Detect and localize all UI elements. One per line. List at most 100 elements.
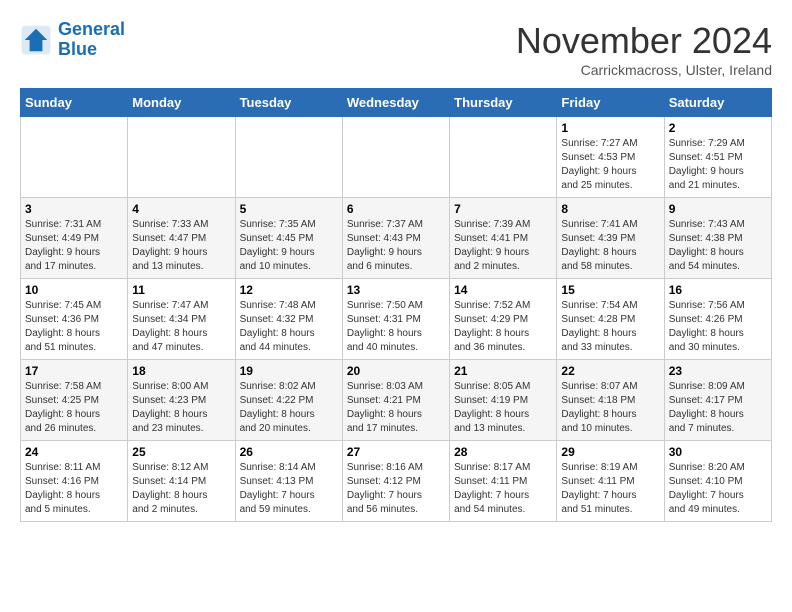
day-number: 10 xyxy=(25,283,123,297)
day-number: 5 xyxy=(240,202,338,216)
calendar-cell: 1 Sunrise: 7:27 AM Sunset: 4:53 PM Daylig… xyxy=(557,117,664,198)
calendar-cell: 15 Sunrise: 7:54 AM Sunset: 4:28 PM Dayli… xyxy=(557,279,664,360)
day-number: 21 xyxy=(454,364,552,378)
day-number: 9 xyxy=(669,202,767,216)
logo-icon xyxy=(20,24,52,56)
day-info: Sunrise: 8:02 AM Sunset: 4:22 PM Dayligh… xyxy=(240,380,338,436)
logo: General Blue xyxy=(20,20,125,60)
day-number: 12 xyxy=(240,283,338,297)
day-number: 6 xyxy=(347,202,445,216)
week-row-3: 10 Sunrise: 7:45 AM Sunset: 4:36 PM Dayli… xyxy=(21,279,772,360)
day-number: 16 xyxy=(669,283,767,297)
calendar-cell: 25 Sunrise: 8:12 AM Sunset: 4:14 PM Dayli… xyxy=(128,441,235,522)
day-info: Sunrise: 8:16 AM Sunset: 4:12 PM Dayligh… xyxy=(347,461,445,517)
day-info: Sunrise: 8:09 AM Sunset: 4:17 PM Dayligh… xyxy=(669,380,767,436)
day-info: Sunrise: 7:52 AM Sunset: 4:29 PM Dayligh… xyxy=(454,299,552,355)
day-info: Sunrise: 8:11 AM Sunset: 4:16 PM Dayligh… xyxy=(25,461,123,517)
day-number: 27 xyxy=(347,445,445,459)
calendar-cell: 19 Sunrise: 8:02 AM Sunset: 4:22 PM Dayli… xyxy=(235,360,342,441)
logo-text: General Blue xyxy=(58,20,125,60)
day-number: 30 xyxy=(669,445,767,459)
day-number: 4 xyxy=(132,202,230,216)
calendar-cell: 21Sunrise: 8:05 AM Sunset: 4:19 PM Dayli… xyxy=(450,360,557,441)
day-info: Sunrise: 7:58 AM Sunset: 4:25 PM Dayligh… xyxy=(25,380,123,436)
weekday-header-friday: Friday xyxy=(557,89,664,117)
calendar-cell: 4 Sunrise: 7:33 AM Sunset: 4:47 PM Daylig… xyxy=(128,198,235,279)
calendar-cell: 30Sunrise: 8:20 AM Sunset: 4:10 PM Dayli… xyxy=(664,441,771,522)
calendar-cell: 27 Sunrise: 8:16 AM Sunset: 4:12 PM Dayli… xyxy=(342,441,449,522)
day-number: 1 xyxy=(561,121,659,135)
weekday-header-thursday: Thursday xyxy=(450,89,557,117)
day-number: 29 xyxy=(561,445,659,459)
week-row-4: 17 Sunrise: 7:58 AM Sunset: 4:25 PM Dayli… xyxy=(21,360,772,441)
calendar-cell: 28 Sunrise: 8:17 AM Sunset: 4:11 PM Dayli… xyxy=(450,441,557,522)
day-number: 7 xyxy=(454,202,552,216)
day-info: Sunrise: 7:39 AM Sunset: 4:41 PM Dayligh… xyxy=(454,218,552,274)
calendar-cell: 17 Sunrise: 7:58 AM Sunset: 4:25 PM Dayli… xyxy=(21,360,128,441)
calendar-cell: 3Sunrise: 7:31 AM Sunset: 4:49 PM Daylig… xyxy=(21,198,128,279)
day-number: 18 xyxy=(132,364,230,378)
weekday-header-monday: Monday xyxy=(128,89,235,117)
day-info: Sunrise: 7:45 AM Sunset: 4:36 PM Dayligh… xyxy=(25,299,123,355)
calendar-cell: 16 Sunrise: 7:56 AM Sunset: 4:26 PM Dayli… xyxy=(664,279,771,360)
weekday-header-tuesday: Tuesday xyxy=(235,89,342,117)
day-info: Sunrise: 7:29 AM Sunset: 4:51 PM Dayligh… xyxy=(669,137,767,193)
weekday-header-sunday: Sunday xyxy=(21,89,128,117)
day-info: Sunrise: 7:43 AM Sunset: 4:38 PM Dayligh… xyxy=(669,218,767,274)
day-info: Sunrise: 8:00 AM Sunset: 4:23 PM Dayligh… xyxy=(132,380,230,436)
calendar-cell: 10 Sunrise: 7:45 AM Sunset: 4:36 PM Dayli… xyxy=(21,279,128,360)
day-number: 23 xyxy=(669,364,767,378)
day-number: 20 xyxy=(347,364,445,378)
week-row-5: 24 Sunrise: 8:11 AM Sunset: 4:16 PM Dayli… xyxy=(21,441,772,522)
day-info: Sunrise: 7:27 AM Sunset: 4:53 PM Dayligh… xyxy=(561,137,659,193)
calendar-cell: 26Sunrise: 8:14 AM Sunset: 4:13 PM Dayli… xyxy=(235,441,342,522)
day-info: Sunrise: 7:54 AM Sunset: 4:28 PM Dayligh… xyxy=(561,299,659,355)
calendar-cell: 22 Sunrise: 8:07 AM Sunset: 4:18 PM Dayli… xyxy=(557,360,664,441)
month-title: November 2024 xyxy=(516,20,772,62)
calendar-cell: 7 Sunrise: 7:39 AM Sunset: 4:41 PM Daylig… xyxy=(450,198,557,279)
day-number: 3 xyxy=(25,202,123,216)
calendar-cell: 24 Sunrise: 8:11 AM Sunset: 4:16 PM Dayli… xyxy=(21,441,128,522)
day-info: Sunrise: 7:56 AM Sunset: 4:26 PM Dayligh… xyxy=(669,299,767,355)
calendar-cell: 2 Sunrise: 7:29 AM Sunset: 4:51 PM Daylig… xyxy=(664,117,771,198)
calendar-cell: 29Sunrise: 8:19 AM Sunset: 4:11 PM Dayli… xyxy=(557,441,664,522)
weekday-header-wednesday: Wednesday xyxy=(342,89,449,117)
title-area: November 2024 Carrickmacross, Ulster, Ir… xyxy=(516,20,772,78)
calendar-cell: 6Sunrise: 7:37 AM Sunset: 4:43 PM Daylig… xyxy=(342,198,449,279)
day-number: 17 xyxy=(25,364,123,378)
calendar-cell xyxy=(21,117,128,198)
header: General Blue November 2024 Carrickmacros… xyxy=(20,20,772,78)
day-number: 25 xyxy=(132,445,230,459)
calendar-cell xyxy=(128,117,235,198)
calendar-cell: 12 Sunrise: 7:48 AM Sunset: 4:32 PM Dayli… xyxy=(235,279,342,360)
day-info: Sunrise: 7:35 AM Sunset: 4:45 PM Dayligh… xyxy=(240,218,338,274)
day-info: Sunrise: 8:12 AM Sunset: 4:14 PM Dayligh… xyxy=(132,461,230,517)
calendar-cell: 14Sunrise: 7:52 AM Sunset: 4:29 PM Dayli… xyxy=(450,279,557,360)
day-number: 2 xyxy=(669,121,767,135)
day-info: Sunrise: 8:17 AM Sunset: 4:11 PM Dayligh… xyxy=(454,461,552,517)
calendar-cell: 20 Sunrise: 8:03 AM Sunset: 4:21 PM Dayli… xyxy=(342,360,449,441)
calendar-cell: 23 Sunrise: 8:09 AM Sunset: 4:17 PM Dayli… xyxy=(664,360,771,441)
day-info: Sunrise: 8:07 AM Sunset: 4:18 PM Dayligh… xyxy=(561,380,659,436)
day-number: 28 xyxy=(454,445,552,459)
day-number: 8 xyxy=(561,202,659,216)
day-number: 19 xyxy=(240,364,338,378)
week-row-2: 3Sunrise: 7:31 AM Sunset: 4:49 PM Daylig… xyxy=(21,198,772,279)
day-number: 11 xyxy=(132,283,230,297)
weekday-header-row: SundayMondayTuesdayWednesdayThursdayFrid… xyxy=(21,89,772,117)
day-info: Sunrise: 8:03 AM Sunset: 4:21 PM Dayligh… xyxy=(347,380,445,436)
day-info: Sunrise: 7:48 AM Sunset: 4:32 PM Dayligh… xyxy=(240,299,338,355)
day-number: 15 xyxy=(561,283,659,297)
day-number: 22 xyxy=(561,364,659,378)
calendar-cell: 5 Sunrise: 7:35 AM Sunset: 4:45 PM Daylig… xyxy=(235,198,342,279)
day-number: 26 xyxy=(240,445,338,459)
calendar: SundayMondayTuesdayWednesdayThursdayFrid… xyxy=(20,88,772,522)
calendar-cell: 8Sunrise: 7:41 AM Sunset: 4:39 PM Daylig… xyxy=(557,198,664,279)
calendar-cell: 13Sunrise: 7:50 AM Sunset: 4:31 PM Dayli… xyxy=(342,279,449,360)
day-number: 24 xyxy=(25,445,123,459)
day-info: Sunrise: 7:47 AM Sunset: 4:34 PM Dayligh… xyxy=(132,299,230,355)
day-info: Sunrise: 7:50 AM Sunset: 4:31 PM Dayligh… xyxy=(347,299,445,355)
location-subtitle: Carrickmacross, Ulster, Ireland xyxy=(516,62,772,78)
day-info: Sunrise: 7:33 AM Sunset: 4:47 PM Dayligh… xyxy=(132,218,230,274)
week-row-1: 1 Sunrise: 7:27 AM Sunset: 4:53 PM Daylig… xyxy=(21,117,772,198)
